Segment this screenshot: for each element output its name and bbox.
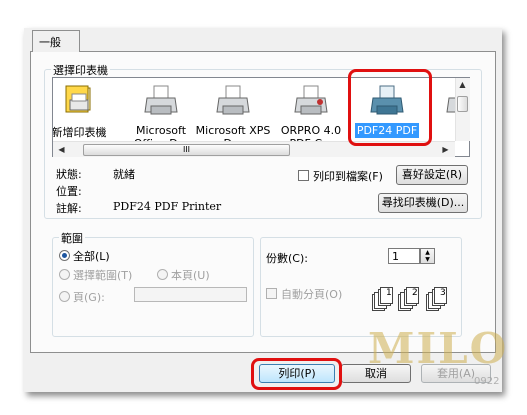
printer-icon xyxy=(216,85,250,115)
spin-down-icon[interactable]: ▼ xyxy=(421,256,434,263)
printer-list-vscrollbar[interactable]: ▲ xyxy=(455,78,470,141)
scroll-up-icon[interactable]: ▲ xyxy=(456,78,469,91)
watermark-text: MILO xyxy=(368,324,509,373)
scroll-right-icon[interactable]: ▶ xyxy=(439,143,452,156)
print-button-highlight-ring xyxy=(251,358,342,390)
printer-group-title: 選擇印表機 xyxy=(51,62,110,78)
status-label: 狀態: xyxy=(56,168,82,181)
range-selection-label[interactable]: 選擇範圍(T) xyxy=(73,267,132,283)
range-all-radio[interactable] xyxy=(59,250,70,261)
collate-page: 3 xyxy=(434,287,447,304)
find-printer-button[interactable]: 尋找印表機(D)... xyxy=(378,193,468,213)
comment-value: PDF24 PDF Printer xyxy=(113,200,222,213)
printer-label: 新增印表機 xyxy=(52,126,107,139)
collate-page: 1 xyxy=(380,287,393,304)
scroll-left-icon[interactable]: ◀ xyxy=(55,143,68,156)
print-to-file-label[interactable]: 列印到檔案(F) xyxy=(313,168,383,184)
preferences-button[interactable]: 喜好設定(R) xyxy=(396,165,468,185)
watermark-sub: 0922 xyxy=(474,376,500,387)
tab-general[interactable]: 一般 xyxy=(32,30,80,52)
collate-label[interactable]: 自動分頁(O) xyxy=(281,286,342,302)
printer-icon xyxy=(144,85,178,115)
printer-highlight-ring xyxy=(348,69,432,146)
range-selection-radio[interactable] xyxy=(59,269,70,280)
printer-item-add[interactable]: 新增印表機 xyxy=(52,84,119,140)
print-to-file-checkbox[interactable] xyxy=(298,170,309,181)
range-pages-radio[interactable] xyxy=(59,291,70,302)
range-current-page-label[interactable]: 本頁(U) xyxy=(171,267,210,283)
range-group-title: 範圍 xyxy=(59,230,85,246)
collate-page: 2 xyxy=(406,287,419,304)
copies-spinner[interactable]: ▲ ▼ xyxy=(420,248,435,264)
spin-up-icon[interactable]: ▲ xyxy=(421,249,434,256)
range-all-label[interactable]: 全部(L) xyxy=(73,248,110,264)
collate-checkbox[interactable] xyxy=(266,288,277,299)
vscroll-thumb[interactable] xyxy=(457,96,468,112)
copies-input[interactable]: 1 xyxy=(388,248,420,264)
range-current-page-radio[interactable] xyxy=(157,269,168,280)
copies-label: 份數(C): xyxy=(266,252,308,265)
status-value: 就緒 xyxy=(113,168,135,181)
range-pages-input[interactable] xyxy=(134,287,247,302)
hscroll-thumb[interactable]: III xyxy=(83,144,290,156)
comment-label: 註解: xyxy=(56,202,82,215)
location-label: 位置: xyxy=(56,185,82,198)
milo-watermark: MILO xyxy=(368,324,508,373)
range-pages-label[interactable]: 頁(G): xyxy=(73,289,105,305)
add-printer-icon xyxy=(65,85,91,113)
printer-icon xyxy=(294,85,328,115)
